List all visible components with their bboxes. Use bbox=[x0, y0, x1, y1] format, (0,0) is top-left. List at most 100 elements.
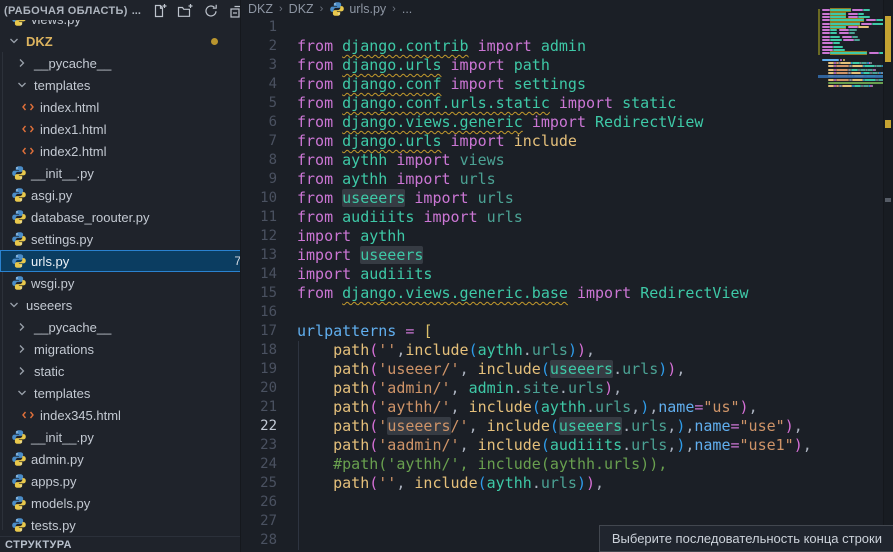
tree-item-asgi-py[interactable]: asgi.py bbox=[0, 184, 241, 206]
line-number[interactable]: 21 bbox=[241, 398, 277, 417]
outline-section-header[interactable]: СТРУКТУРА bbox=[0, 536, 240, 552]
code-line-3[interactable]: 3from django.urls import path bbox=[241, 56, 818, 75]
line-number[interactable]: 20 bbox=[241, 379, 277, 398]
tree-item-models-py[interactable]: models.py bbox=[0, 492, 241, 514]
python-icon bbox=[11, 165, 27, 181]
line-number[interactable]: 14 bbox=[241, 265, 277, 284]
new-folder-icon[interactable] bbox=[177, 3, 193, 19]
tree-item--init-py[interactable]: __init__.py bbox=[0, 162, 241, 184]
code-line-10[interactable]: 10from useeers import urls bbox=[241, 189, 818, 208]
collapse-all-icon[interactable] bbox=[229, 3, 241, 19]
tree-item-apps-py[interactable]: apps.py bbox=[0, 470, 241, 492]
code-text: urlpatterns = [ bbox=[297, 322, 432, 341]
line-number[interactable]: 1 bbox=[241, 18, 277, 37]
code-line-9[interactable]: 9from aythh import urls bbox=[241, 170, 818, 189]
line-number[interactable]: 18 bbox=[241, 341, 277, 360]
tree-item--pycache-[interactable]: __pycache__ bbox=[0, 52, 241, 74]
tree-item-admin-py[interactable]: admin.py bbox=[0, 448, 241, 470]
code-line-4[interactable]: 4 from django.conf import settings bbox=[241, 75, 818, 94]
minimap-line bbox=[864, 65, 875, 67]
refresh-icon[interactable] bbox=[203, 3, 219, 19]
tree-item-label: apps.py bbox=[31, 474, 77, 489]
minimap-line bbox=[866, 19, 877, 21]
line-number[interactable]: 28 bbox=[241, 531, 277, 550]
line-number[interactable]: 5 bbox=[241, 94, 277, 113]
code-line-21[interactable]: 21 path('aythh/', include(aythh.urls,),n… bbox=[241, 398, 818, 417]
tree-item-tests-py[interactable]: tests.py bbox=[0, 514, 241, 536]
more-actions-button[interactable]: ... bbox=[132, 5, 141, 17]
line-number[interactable]: 19 bbox=[241, 360, 277, 379]
code-line-7[interactable]: 7from django.urls import include bbox=[241, 132, 818, 151]
line-number[interactable]: 12 bbox=[241, 227, 277, 246]
overview-ruler[interactable] bbox=[883, 0, 893, 552]
tree-item-settings-py[interactable]: settings.py bbox=[0, 228, 241, 250]
code-line-1[interactable]: 1 bbox=[241, 18, 818, 37]
code-line-12[interactable]: 12import aythh bbox=[241, 227, 818, 246]
tree-item-wsgi-py[interactable]: wsgi.py bbox=[0, 272, 241, 294]
tree-item-templates[interactable]: templates bbox=[0, 382, 241, 404]
code-line-24[interactable]: 24 #path('aythh/', include(aythh.urls)), bbox=[241, 455, 818, 474]
minimap-line bbox=[848, 26, 859, 28]
code-line-16[interactable]: 16 bbox=[241, 303, 818, 322]
tree-item-label: models.py bbox=[31, 496, 90, 511]
code-line-6[interactable]: 6from django.views.generic import Redire… bbox=[241, 113, 818, 132]
line-number[interactable]: 2 bbox=[241, 37, 277, 56]
line-number[interactable]: 15 bbox=[241, 284, 277, 303]
tree-item-urls-py[interactable]: urls.py7 bbox=[0, 250, 241, 272]
line-number[interactable]: 6 bbox=[241, 113, 277, 132]
line-number[interactable]: 8 bbox=[241, 151, 277, 170]
modified-dot bbox=[211, 38, 218, 45]
line-number[interactable]: 9 bbox=[241, 170, 277, 189]
code-line-26[interactable]: 26 bbox=[241, 493, 818, 512]
tree-item-templates[interactable]: templates bbox=[0, 74, 241, 96]
line-number[interactable]: 13 bbox=[241, 246, 277, 265]
line-number[interactable]: 11 bbox=[241, 208, 277, 227]
tree-item--init-py[interactable]: __init__.py bbox=[0, 426, 241, 448]
minimap-line bbox=[830, 52, 868, 54]
tree-item-database-roouter-py[interactable]: database_roouter.py bbox=[0, 206, 241, 228]
new-file-icon[interactable] bbox=[151, 3, 167, 19]
tree-item-useeers[interactable]: useeers bbox=[0, 294, 241, 316]
code-line-14[interactable]: 14import audiiits bbox=[241, 265, 818, 284]
tree-item-migrations[interactable]: migrations bbox=[0, 338, 241, 360]
minimap-line bbox=[872, 85, 874, 87]
code-line-17[interactable]: 17 urlpatterns = [ bbox=[241, 322, 818, 341]
code-line-5[interactable]: 5from django.conf.urls.static import sta… bbox=[241, 94, 818, 113]
code-line-20[interactable]: 20 path('admin/', admin.site.urls), bbox=[241, 379, 818, 398]
line-number[interactable]: 22 bbox=[241, 417, 277, 436]
line-number[interactable]: 25 bbox=[241, 474, 277, 493]
code-line-25[interactable]: 25 path('', include(aythh.urls)), bbox=[241, 474, 818, 493]
code-line-15[interactable]: 15from django.views.generic.base import … bbox=[241, 284, 818, 303]
line-number[interactable]: 23 bbox=[241, 436, 277, 455]
tree-item-index-html[interactable]: index.html bbox=[0, 96, 241, 118]
code-line-22[interactable]: 22 path('useeers/', include(useeers.urls… bbox=[241, 417, 818, 436]
line-number[interactable]: 16 bbox=[241, 303, 277, 322]
line-number[interactable]: 7 bbox=[241, 132, 277, 151]
line-number[interactable]: 17 bbox=[241, 322, 277, 341]
tree-item-index345-html[interactable]: index345.html bbox=[0, 404, 241, 426]
code-text: from django.conf import settings bbox=[297, 75, 586, 94]
code-line-13[interactable]: 13import useeers bbox=[241, 246, 818, 265]
line-number[interactable]: 26 bbox=[241, 493, 277, 512]
indent-guide bbox=[298, 531, 299, 550]
chevron-right-icon bbox=[14, 341, 30, 357]
line-number[interactable]: 24 bbox=[241, 455, 277, 474]
minimap-line bbox=[863, 72, 871, 74]
code-line-19[interactable]: 19 path('useeer/', include(useeers.urls)… bbox=[241, 360, 818, 379]
code-line-2[interactable]: 2from django.contrib import admin bbox=[241, 37, 818, 56]
line-number[interactable]: 4 bbox=[241, 75, 277, 94]
code-line-23[interactable]: 23 path('aadmin/', include(audiiits.urls… bbox=[241, 436, 818, 455]
line-number[interactable]: 27 bbox=[241, 512, 277, 531]
tree-item-index2-html[interactable]: index2.html bbox=[0, 140, 241, 162]
tree-item-dkz[interactable]: DKZ bbox=[0, 30, 241, 52]
line-number[interactable]: 10 bbox=[241, 189, 277, 208]
tree-item--pycache-[interactable]: __pycache__ bbox=[0, 316, 241, 338]
minimap[interactable] bbox=[818, 0, 884, 552]
tree-item-static[interactable]: static bbox=[0, 360, 241, 382]
code-line-11[interactable]: 11from audiiits import urls bbox=[241, 208, 818, 227]
line-number[interactable]: 3 bbox=[241, 56, 277, 75]
tree-item-index1-html[interactable]: index1.html bbox=[0, 118, 241, 140]
code-line-8[interactable]: 8from aythh import views bbox=[241, 151, 818, 170]
code-area[interactable]: 12from django.contrib import admin3from … bbox=[241, 0, 818, 552]
code-line-18[interactable]: 18 path('',include(aythh.urls)), bbox=[241, 341, 818, 360]
